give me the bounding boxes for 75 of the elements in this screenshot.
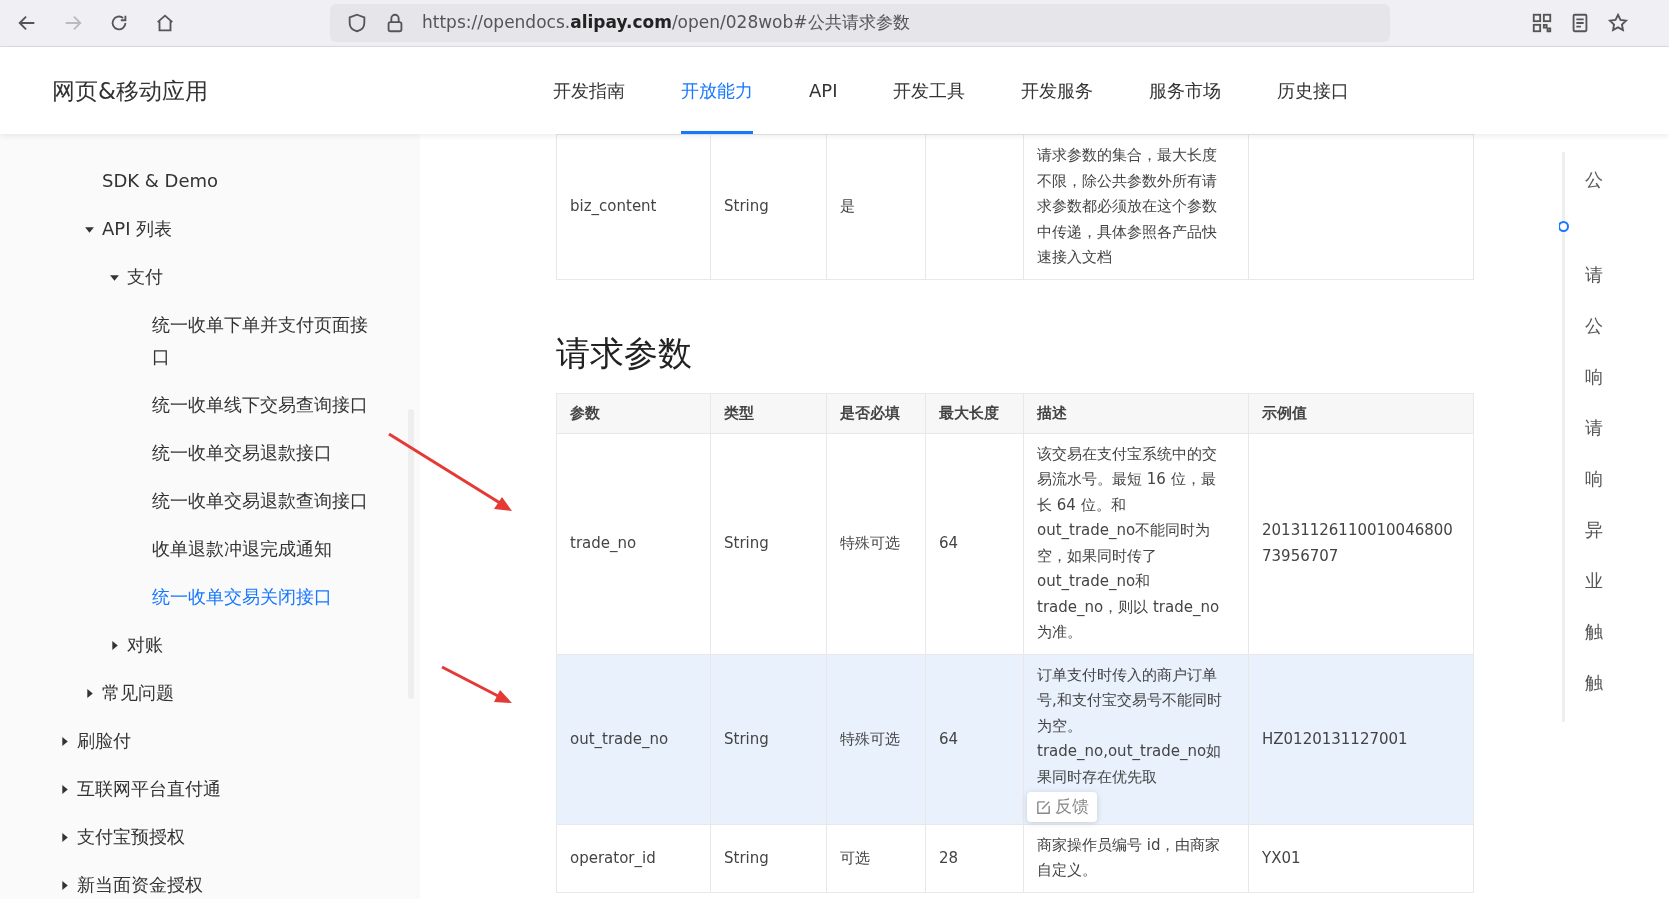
site-title: 网页&移动应用 — [51, 76, 209, 106]
section-heading: 请求参数 — [556, 331, 693, 375]
table-cell: 特殊可选 — [840, 534, 900, 553]
table-cell: 特殊可选 — [840, 729, 900, 748]
sidebar-item[interactable]: 统一收单交易退款查询接口 — [152, 485, 368, 518]
nav-tab[interactable]: 历史接口 — [1277, 47, 1350, 135]
nav-tab[interactable]: API — [809, 47, 838, 135]
sidebar-item[interactable]: 刷脸付 — [77, 725, 131, 758]
toc-item[interactable]: 异 — [1559, 514, 1669, 566]
toc-item[interactable]: 公 — [1559, 164, 1669, 260]
sidebar-item[interactable]: 新当面资金授权 — [77, 869, 203, 899]
caret-right-icon[interactable] — [59, 735, 70, 747]
toc-item[interactable]: 触 — [1559, 616, 1669, 668]
shield-icon — [346, 12, 368, 35]
sidebar-item[interactable]: 支付宝预授权 — [77, 821, 185, 854]
sidebar-item[interactable]: 支付 — [127, 261, 163, 294]
column-header: 描述 — [1023, 393, 1249, 434]
sidebar-item[interactable]: 收单退款冲退完成通知 — [152, 533, 332, 566]
annotation-arrow — [441, 665, 512, 703]
sidebar-item[interactable]: 统一收单交易退款接口 — [152, 437, 332, 470]
sidebar-item[interactable]: 统一收单下单并支付页面接口 — [152, 309, 380, 374]
table-cell: HZ0120131127001 — [1262, 729, 1408, 748]
table-cell: String — [724, 848, 769, 867]
column-header: 示例值 — [1248, 393, 1474, 434]
scrollbar[interactable] — [408, 409, 414, 700]
caret-right-icon[interactable] — [59, 831, 70, 843]
table-cell: 该交易在支付宝系统中的交易流水号。最短 16 位，最长 64 位。和 out_trade_no不能同时为空，如果同时传了 out_trade_no和 trade_no，则以 trade_no 为准。 — [1037, 444, 1220, 642]
toc-item[interactable]: 业 — [1559, 565, 1669, 617]
sidebar-item[interactable]: SDK & Demo — [102, 165, 219, 198]
column-header: 参数 — [556, 393, 711, 434]
table-cell: YX01 — [1262, 848, 1301, 867]
table-cell: biz_content — [570, 197, 657, 216]
toc-item[interactable]: 触 — [1559, 667, 1669, 719]
table-cell: operator_id — [570, 848, 656, 867]
sidebar-item[interactable]: 统一收单交易关闭接口 — [152, 581, 332, 614]
toc-item[interactable]: 响 — [1559, 463, 1669, 515]
table-cell: String — [724, 534, 769, 553]
table-cell: 2013112611001004680073956707 — [1262, 521, 1453, 565]
table-cell: 28 — [939, 848, 959, 867]
caret-right-icon[interactable] — [109, 639, 120, 651]
column-header: 是否必填 — [826, 393, 926, 434]
toc-item[interactable]: 响 — [1559, 361, 1669, 413]
caret-right-icon[interactable] — [84, 687, 95, 699]
table-cell: trade_no — [570, 534, 637, 553]
qr-code-icon[interactable] — [1531, 12, 1553, 35]
edit-icon — [1035, 798, 1052, 816]
sidebar-item[interactable]: 常见问题 — [102, 677, 174, 710]
nav-tab[interactable]: 服务市场 — [1149, 47, 1222, 135]
toc-item[interactable]: 公 — [1559, 310, 1669, 362]
table-cell: 订单支付时传入的商户订单号,和支付宝交易号不能同时为空。 trade_no,out_trade_no如果同时存在优先取 — [1037, 665, 1222, 786]
table-cell: 商家操作员编号 id，由商家自定义。 — [1037, 835, 1221, 880]
table-cell: 是 — [840, 197, 855, 216]
toc-indicator — [1559, 221, 1569, 233]
table-cell: String — [724, 729, 769, 748]
nav-tab[interactable]: 开发服务 — [1021, 47, 1094, 135]
table-cell: out_trade_no — [570, 729, 669, 748]
caret-right-icon[interactable] — [59, 783, 70, 795]
toc-item[interactable]: 请 — [1559, 259, 1669, 311]
toc-item[interactable]: 请 — [1559, 412, 1669, 464]
table-cell: 可选 — [840, 848, 870, 867]
nav-tab[interactable]: 开发工具 — [893, 47, 966, 135]
table-cell: 64 — [939, 534, 959, 553]
nav-tab[interactable]: 开放能力 — [681, 47, 753, 135]
table-cell: 请求参数的集合，最大长度不限，除公共参数外所有请求参数都必须放在这个参数中传递，具体参照各产品快速接入文档 — [1037, 146, 1217, 267]
column-header: 类型 — [710, 393, 827, 434]
table-cell: String — [724, 197, 769, 216]
sidebar-item[interactable]: 统一收单线下交易查询接口 — [152, 389, 368, 422]
sidebar-item[interactable]: 对账 — [127, 629, 163, 662]
sidebar-item[interactable]: 互联网平台直付通 — [77, 773, 221, 806]
sidebar-item[interactable]: API 列表 — [102, 213, 173, 246]
table-cell: 64 — [939, 729, 959, 748]
column-header: 最大长度 — [925, 393, 1024, 434]
caret-right-icon[interactable] — [59, 879, 70, 891]
nav-tab[interactable]: 开发指南 — [553, 47, 625, 135]
feedback-button[interactable]: 反馈 — [1027, 792, 1097, 822]
